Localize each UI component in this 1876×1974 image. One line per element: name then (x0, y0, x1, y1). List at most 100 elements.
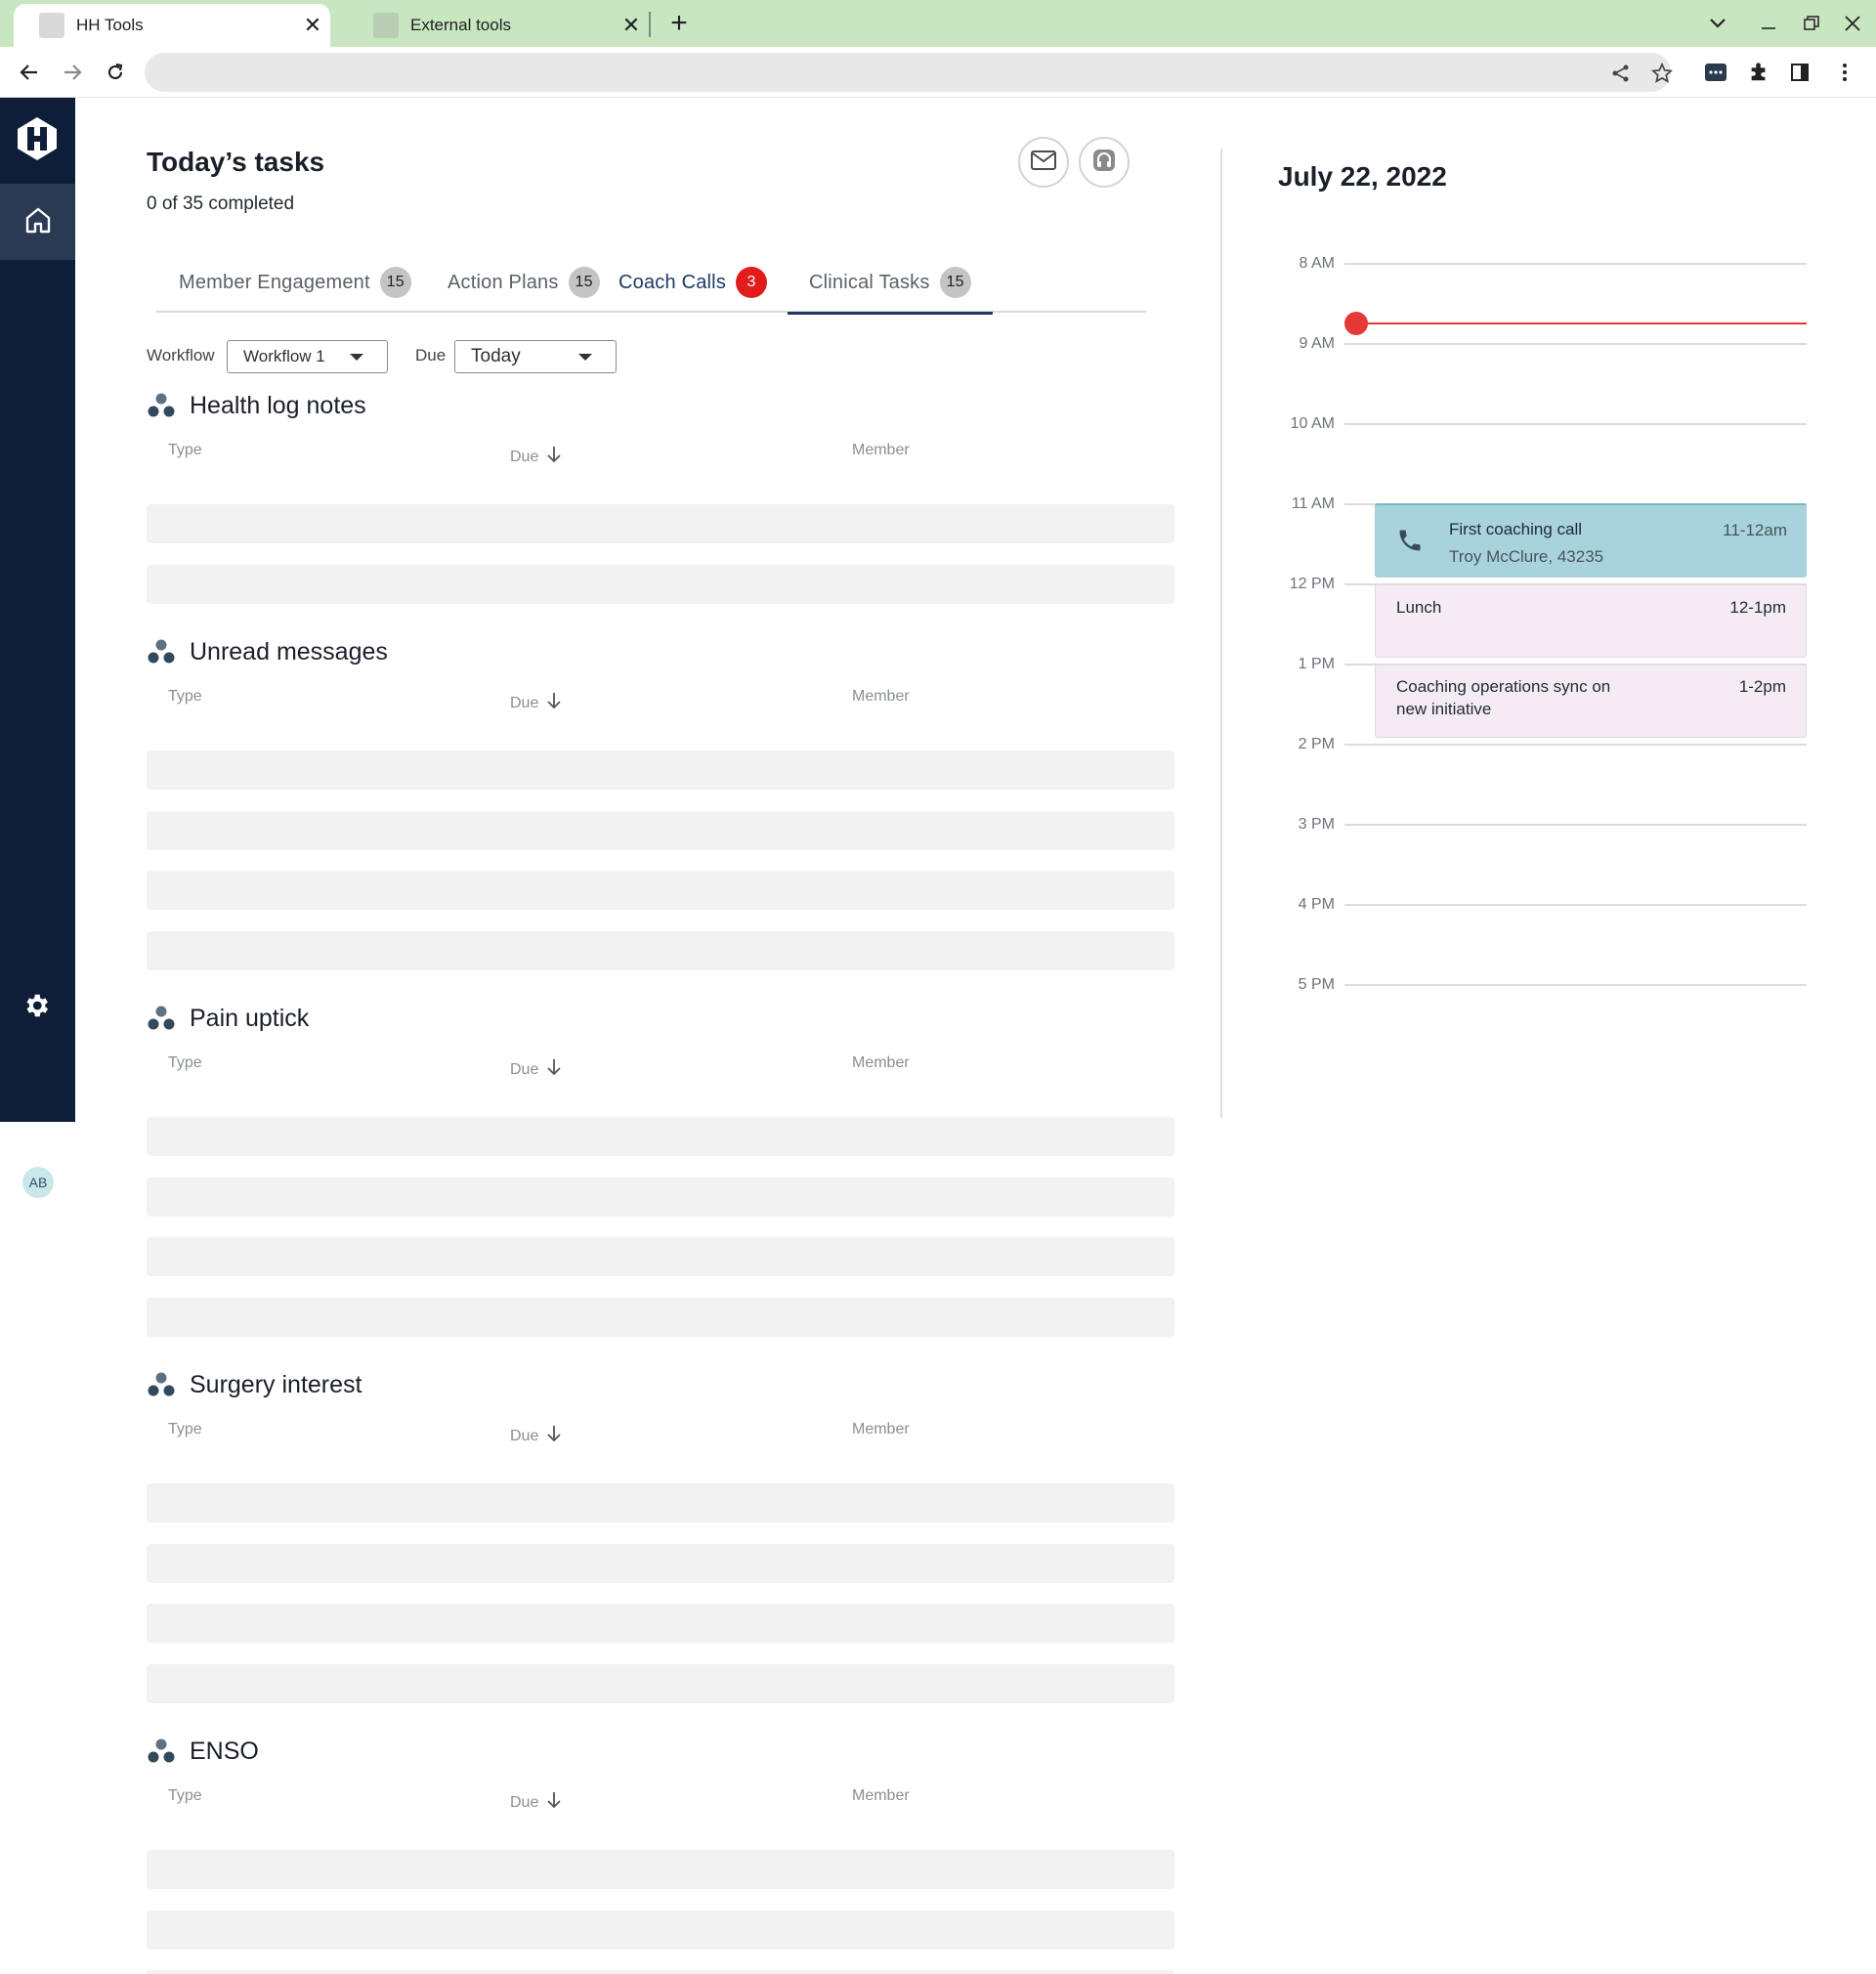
restore-icon[interactable] (1792, 8, 1831, 39)
page-title: Today’s tasks (147, 147, 325, 177)
table-row[interactable] (147, 931, 1174, 970)
cluster-dots-icon (147, 637, 176, 666)
hour-label: 9 AM (1299, 335, 1335, 352)
settings-gear-icon[interactable] (18, 987, 55, 1024)
minimize-icon[interactable] (1749, 8, 1788, 39)
back-arrow-icon[interactable] (12, 55, 47, 90)
event-subtitle: Troy McClure, 43235 (1449, 547, 1604, 566)
column-header-due[interactable]: Due (510, 692, 562, 714)
table-row[interactable] (147, 1910, 1174, 1950)
column-header-type[interactable]: Type (168, 442, 202, 459)
favicon-icon (39, 13, 64, 38)
workflow-select[interactable]: Workflow 1 (227, 340, 388, 373)
section-title: Health log notes (190, 391, 366, 419)
task-category-tabs: Member Engagement 15 Action Plans 15 Coa… (156, 252, 1146, 315)
task-section-pain-uptick: Pain uptick Type Due Member (147, 1002, 1174, 1339)
hinge-logo-icon[interactable] (14, 115, 61, 162)
column-header-due[interactable]: Due (510, 1791, 562, 1814)
tab-label: Clinical Tasks (809, 271, 930, 293)
close-tab-icon[interactable]: ✕ (614, 13, 649, 38)
hour-label: 1 PM (1298, 656, 1335, 672)
close-tab-icon[interactable]: ✕ (295, 13, 330, 38)
calendar-event-first-coaching-call[interactable]: First coaching call Troy McClure, 43235 … (1375, 503, 1807, 578)
close-window-icon[interactable] (1833, 8, 1872, 39)
column-header-due[interactable]: Due (510, 1058, 562, 1081)
app-sidebar: AB (0, 98, 75, 1198)
sort-down-arrow-icon (546, 1058, 562, 1081)
table-row[interactable] (147, 1850, 1174, 1889)
column-header-member[interactable]: Member (852, 688, 910, 706)
extensions-puzzle-icon[interactable] (1743, 57, 1774, 88)
table-row[interactable] (147, 1604, 1174, 1643)
table-row[interactable] (147, 811, 1174, 850)
sort-down-arrow-icon (546, 692, 562, 714)
section-header: Pain uptick (147, 1002, 309, 1035)
side-panel-icon[interactable] (1784, 57, 1815, 88)
hour-gridline (1344, 744, 1807, 746)
table-row[interactable] (147, 1237, 1174, 1276)
tab-label: Coach Calls (618, 271, 727, 293)
count-badge: 15 (568, 267, 600, 298)
calendar-date: July 22, 2022 (1278, 161, 1447, 192)
messages-button[interactable] (1018, 137, 1069, 188)
table-row[interactable] (147, 1298, 1174, 1337)
nav-home[interactable] (0, 184, 75, 260)
bookmark-star-icon[interactable] (1649, 61, 1675, 86)
column-header-member[interactable]: Member (852, 1787, 910, 1805)
due-select[interactable]: Today (454, 340, 617, 373)
column-header-member[interactable]: Member (852, 442, 910, 459)
browser-tab-external-tools[interactable]: External tools ✕ (356, 4, 649, 47)
column-header-type[interactable]: Type (168, 1787, 202, 1805)
tab-label: Member Engagement (179, 271, 370, 293)
sort-down-arrow-icon (546, 1425, 562, 1447)
table-row[interactable] (147, 1483, 1174, 1523)
tab-clinical-tasks[interactable]: Clinical Tasks 15 (788, 252, 993, 315)
section-title: Pain uptick (190, 1004, 310, 1032)
hour-label: 10 AM (1290, 415, 1335, 432)
column-header-member[interactable]: Member (852, 1421, 910, 1438)
calendar-event-coaching-ops-sync[interactable]: Coaching operations sync on new initiati… (1375, 665, 1807, 738)
due-label: Due (510, 1793, 539, 1811)
browser-tab-strip: HH Tools ✕ External tools ✕ + (0, 0, 1876, 47)
event-title-line1: Coaching operations sync on (1396, 677, 1611, 696)
forward-arrow-icon[interactable] (55, 55, 90, 90)
browser-toolbar (0, 47, 1876, 98)
table-row[interactable] (147, 1970, 1174, 1974)
new-tab-icon[interactable]: + (662, 6, 696, 41)
tab-search-chevron-icon[interactable] (1698, 8, 1737, 39)
column-header-due[interactable]: Due (510, 1425, 562, 1447)
tab-action-plans[interactable]: Action Plans 15 (448, 252, 600, 313)
event-time: 1-2pm (1738, 677, 1786, 696)
table-row[interactable] (147, 871, 1174, 910)
hour-gridline (1344, 984, 1807, 986)
column-header-type[interactable]: Type (168, 1054, 202, 1072)
column-header-member[interactable]: Member (852, 1054, 910, 1072)
address-bar[interactable] (145, 53, 1673, 92)
browser-menu-icon[interactable] (1829, 57, 1860, 88)
table-row[interactable] (147, 504, 1174, 543)
table-row[interactable] (147, 1178, 1174, 1217)
user-avatar[interactable]: AB (22, 1167, 54, 1198)
support-button[interactable] (1079, 137, 1130, 188)
calendar-event-lunch[interactable]: Lunch 12-1pm (1375, 584, 1807, 658)
table-row[interactable] (147, 1544, 1174, 1583)
extension-password-icon[interactable] (1700, 57, 1731, 88)
cluster-dots-icon (147, 1737, 176, 1766)
column-header-due[interactable]: Due (510, 446, 562, 468)
column-header-type[interactable]: Type (168, 688, 202, 706)
tab-coach-calls[interactable]: Coach Calls 3 (618, 252, 768, 313)
current-time-indicator (1344, 312, 1368, 335)
due-select-value: Today (471, 346, 521, 366)
table-row[interactable] (147, 1664, 1174, 1703)
table-row[interactable] (147, 751, 1174, 790)
share-icon[interactable] (1608, 61, 1634, 86)
browser-tab-hh-tools[interactable]: HH Tools ✕ (14, 4, 330, 47)
tab-member-engagement[interactable]: Member Engagement 15 (179, 252, 411, 313)
due-label: Due (510, 1427, 539, 1444)
hour-gridline (1344, 263, 1807, 265)
column-header-type[interactable]: Type (168, 1421, 202, 1438)
hour-label: 2 PM (1298, 736, 1335, 752)
table-row[interactable] (147, 565, 1174, 604)
reload-icon[interactable] (98, 55, 133, 90)
table-row[interactable] (147, 1117, 1174, 1156)
